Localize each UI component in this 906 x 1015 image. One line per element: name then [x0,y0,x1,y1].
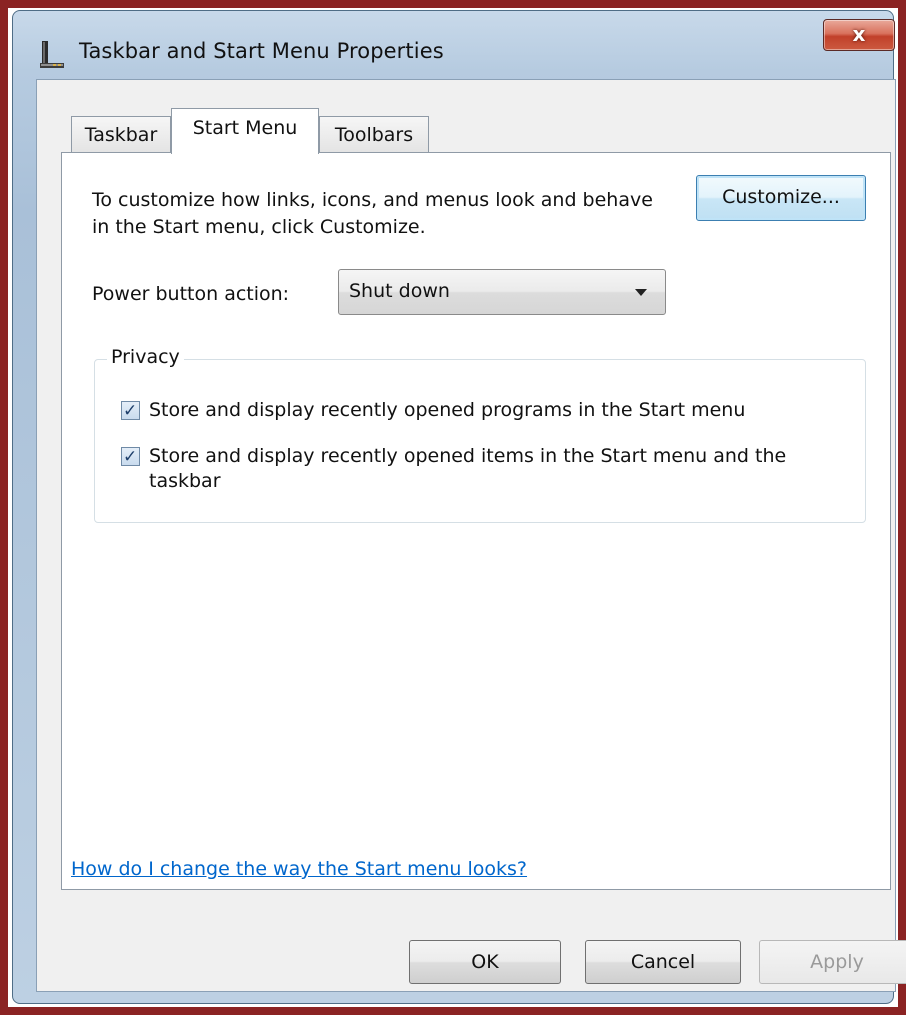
dialog-client-area: Taskbar Start Menu Toolbars To customize… [36,79,906,992]
recent-items-label[interactable]: Store and display recently opened items … [149,444,849,494]
checkmark-icon: ✓ [123,447,138,467]
tab-toolbars[interactable]: Toolbars [319,116,429,152]
dropdown-arrow-icon [635,289,647,296]
power-button-action-value: Shut down [349,280,450,302]
window-title: Taskbar and Start Menu Properties [79,39,444,63]
recent-items-checkbox[interactable]: ✓ [121,447,140,467]
close-button[interactable]: x [823,19,895,51]
close-icon: x [852,22,866,46]
privacy-group: Privacy ✓ Store and display recently ope… [94,346,866,523]
cancel-button[interactable]: Cancel [585,940,741,984]
tab-start-menu[interactable]: Start Menu [171,108,319,154]
apply-button[interactable]: Apply [759,940,906,984]
taskbar-app-icon [40,41,64,68]
dialog-window: Taskbar and Start Menu Properties x Task… [12,10,906,1004]
tab-taskbar[interactable]: Taskbar [71,116,171,152]
privacy-group-legend: Privacy [107,346,184,368]
customize-button[interactable]: Customize... [696,175,866,221]
customize-description: To customize how links, icons, and menus… [92,189,653,238]
power-button-action-label: Power button action: [92,283,290,305]
recent-programs-checkbox[interactable]: ✓ [121,401,140,421]
checkmark-icon: ✓ [123,401,138,421]
title-bar[interactable]: Taskbar and Start Menu Properties x [13,11,895,75]
power-button-action-select[interactable]: Shut down [338,269,666,315]
start-menu-help-link[interactable]: How do I change the way the Start menu l… [71,858,527,880]
ok-button[interactable]: OK [409,940,561,984]
recent-programs-label[interactable]: Store and display recently opened progra… [149,398,849,423]
start-menu-tab-panel: To customize how links, icons, and menus… [61,152,891,890]
